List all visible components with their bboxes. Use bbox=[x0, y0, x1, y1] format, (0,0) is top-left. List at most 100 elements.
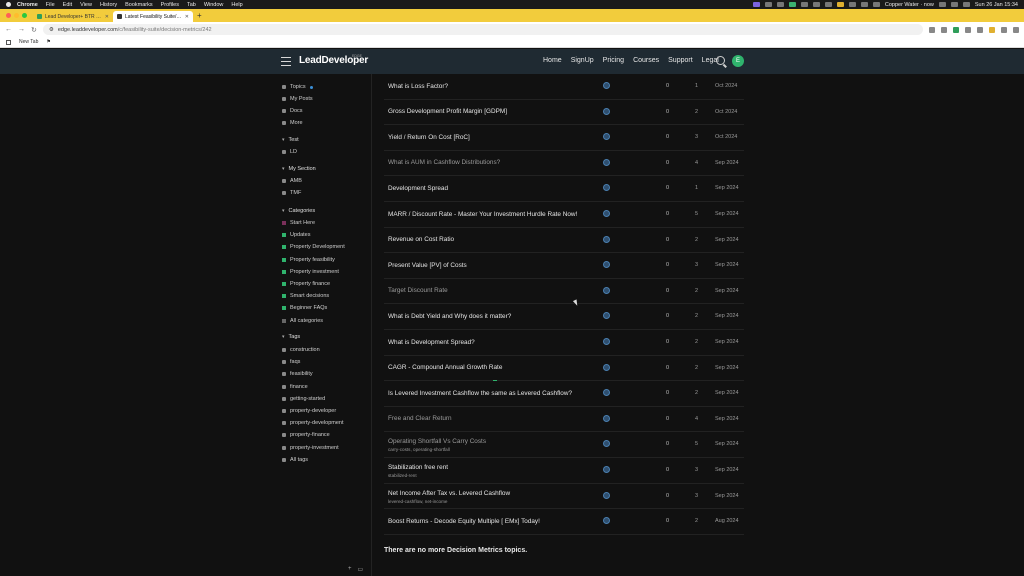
extension-icon[interactable] bbox=[953, 26, 959, 33]
topic-tags[interactable]: levered-cashflow, net-income bbox=[388, 499, 448, 504]
activity-date[interactable]: Sep 2024 bbox=[715, 160, 739, 166]
topic-title-link[interactable]: Boost Returns - Decode Equity Multiple [… bbox=[388, 518, 540, 525]
sidebar-category-item[interactable]: Smart decisions bbox=[282, 291, 329, 301]
nav-home[interactable]: Home bbox=[543, 57, 562, 64]
poster-avatar[interactable] bbox=[603, 414, 610, 422]
status-icon[interactable] bbox=[788, 2, 796, 7]
user-avatar[interactable]: E bbox=[732, 55, 744, 67]
sidebar-section-categories[interactable]: ▾ Categories bbox=[282, 208, 315, 214]
activity-date[interactable]: Oct 2024 bbox=[715, 134, 737, 140]
sidebar-category-item[interactable]: Property Development bbox=[282, 242, 345, 252]
poster-avatar[interactable] bbox=[603, 466, 610, 473]
poster-avatar[interactable] bbox=[603, 158, 610, 166]
sidebar-category-item[interactable]: Updates bbox=[282, 230, 311, 240]
topic-title-link[interactable]: Free and Clear Return bbox=[388, 415, 452, 422]
poster-avatar[interactable] bbox=[603, 491, 610, 499]
bookmark-star-icon[interactable] bbox=[941, 26, 947, 33]
topic-title-link[interactable]: Stabilization free rent bbox=[388, 464, 448, 471]
status-icon[interactable] bbox=[764, 2, 772, 7]
topic-title-link[interactable]: Revenue on Cost Ratio bbox=[388, 236, 454, 243]
activity-date[interactable]: Sep 2024 bbox=[715, 185, 739, 191]
poster-avatar[interactable] bbox=[603, 82, 610, 89]
status-icon[interactable] bbox=[860, 2, 868, 7]
activity-date[interactable]: Sep 2024 bbox=[715, 237, 739, 243]
status-icon[interactable] bbox=[872, 2, 880, 7]
close-icon[interactable]: ✕ bbox=[185, 14, 189, 20]
bookmark-icon[interactable]: ⚑ bbox=[46, 39, 50, 45]
screen-record-icon[interactable] bbox=[752, 2, 760, 7]
poster-avatar[interactable] bbox=[603, 312, 610, 320]
sidebar-category-item[interactable]: Property investment bbox=[282, 267, 339, 277]
menu-edit[interactable]: Edit bbox=[63, 2, 72, 8]
topic-tags[interactable]: carry-costs, operating-shortfall bbox=[388, 447, 450, 452]
sidebar-tag-item[interactable]: construction bbox=[282, 345, 320, 355]
poster-avatar[interactable] bbox=[603, 184, 610, 192]
poster-avatar[interactable] bbox=[603, 261, 610, 269]
menu-app-name[interactable]: Chrome bbox=[17, 2, 38, 8]
menu-history[interactable]: History bbox=[100, 2, 117, 8]
minimize-window-button[interactable] bbox=[14, 13, 19, 18]
poster-avatar[interactable] bbox=[603, 235, 610, 243]
menu-help[interactable]: Help bbox=[231, 2, 242, 8]
activity-date[interactable]: Sep 2024 bbox=[715, 262, 739, 268]
topic-title-link[interactable]: CAGR - Compound Annual Growth Rate bbox=[388, 364, 502, 371]
sidebar-item-more[interactable]: More bbox=[282, 118, 303, 128]
topic-title-link[interactable]: MARR / Discount Rate - Master Your Inves… bbox=[388, 211, 577, 218]
battery-icon[interactable] bbox=[938, 2, 946, 7]
menu-file[interactable]: File bbox=[46, 2, 55, 8]
sidebar-tag-item[interactable]: getting-started bbox=[282, 394, 325, 404]
poster-avatar[interactable] bbox=[603, 210, 610, 217]
sidebar-category-item[interactable]: Property feasibility bbox=[282, 255, 335, 265]
sidebar-settings-icon[interactable]: ▭ bbox=[358, 566, 364, 573]
activity-date[interactable]: Sep 2024 bbox=[715, 441, 739, 447]
status-icon[interactable] bbox=[812, 2, 820, 7]
poster-avatar[interactable] bbox=[603, 440, 610, 448]
extension-icon[interactable] bbox=[965, 26, 971, 33]
menu-window[interactable]: Window bbox=[204, 2, 224, 8]
nav-support[interactable]: Support bbox=[668, 57, 693, 64]
poster-avatar[interactable] bbox=[603, 363, 610, 371]
activity-date[interactable]: Sep 2024 bbox=[715, 211, 739, 217]
menu-profiles[interactable]: Profiles bbox=[161, 2, 179, 8]
sidebar-item-amb[interactable]: AMB bbox=[282, 176, 302, 186]
sidebar-section-tags[interactable]: ▾ Tags bbox=[282, 334, 300, 340]
search-icon[interactable] bbox=[716, 56, 725, 65]
topic-title-link[interactable]: Net Income After Tax vs. Levered Cashflo… bbox=[388, 490, 510, 497]
activity-date[interactable]: Sep 2024 bbox=[715, 416, 739, 422]
status-icon[interactable] bbox=[776, 2, 784, 7]
sidebar-tag-item[interactable]: feasibility bbox=[282, 369, 313, 379]
sidebar-tag-item[interactable]: property-developer bbox=[282, 406, 336, 416]
poster-avatar[interactable] bbox=[603, 517, 610, 525]
sidebar-tag-item[interactable]: property-finance bbox=[282, 430, 330, 440]
status-icon[interactable] bbox=[824, 2, 832, 7]
sidebar-category-item[interactable]: All categories bbox=[282, 316, 323, 326]
maximize-window-button[interactable] bbox=[22, 13, 27, 18]
sidebar-section-test[interactable]: ▾ Test bbox=[282, 137, 299, 143]
apple-icon[interactable] bbox=[6, 2, 11, 7]
activity-date[interactable]: Oct 2024 bbox=[715, 109, 737, 115]
browser-menu-icon[interactable] bbox=[1013, 26, 1019, 33]
status-icon[interactable] bbox=[800, 2, 808, 7]
topic-title-link[interactable]: What is Loss Factor? bbox=[388, 83, 448, 90]
topic-title-link[interactable]: Present Value [PV] of Costs bbox=[388, 262, 467, 269]
poster-avatar[interactable] bbox=[603, 107, 610, 115]
nav-pricing[interactable]: Pricing bbox=[603, 57, 624, 64]
browser-tab-active[interactable]: Latest Feasibility Suite/Decis... ✕ bbox=[113, 11, 193, 22]
nav-signup[interactable]: SignUp bbox=[571, 57, 594, 64]
sidebar-section-my-section[interactable]: ▾ My Section bbox=[282, 166, 316, 172]
activity-date[interactable]: Sep 2024 bbox=[715, 467, 739, 473]
topic-title-link[interactable]: What is Development Spread? bbox=[388, 339, 475, 346]
topic-title-link[interactable]: Operating Shortfall Vs Carry Costs bbox=[388, 438, 486, 445]
sidebar-tag-item[interactable]: property-investment bbox=[282, 443, 339, 453]
reload-icon[interactable]: ↻ bbox=[31, 26, 37, 34]
apps-grid-icon[interactable] bbox=[6, 39, 11, 45]
sidebar-item-ld[interactable]: LD bbox=[282, 147, 297, 157]
activity-date[interactable]: Sep 2024 bbox=[715, 288, 739, 294]
activity-date[interactable]: Oct 2024 bbox=[715, 83, 737, 89]
activity-date[interactable]: Sep 2024 bbox=[715, 313, 739, 319]
menu-view[interactable]: View bbox=[80, 2, 92, 8]
activity-date[interactable]: Sep 2024 bbox=[715, 390, 739, 396]
sidebar-category-item[interactable]: Beginner FAQs bbox=[282, 303, 327, 313]
sidebar-tag-item[interactable]: property-development bbox=[282, 418, 344, 428]
activity-date[interactable]: Sep 2024 bbox=[715, 365, 739, 371]
